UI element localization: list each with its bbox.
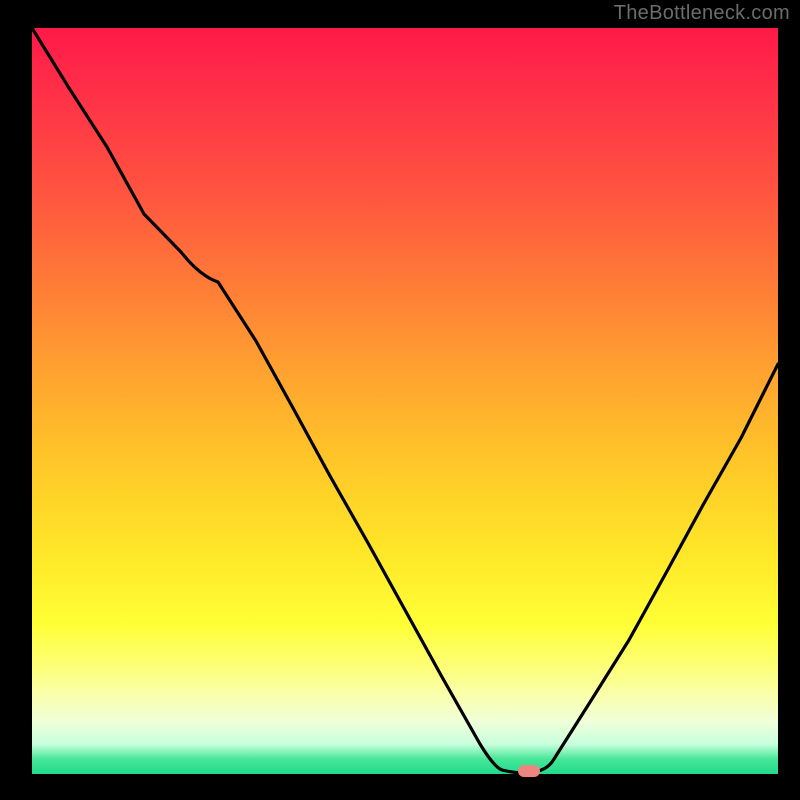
bottleneck-curve	[32, 28, 778, 773]
plot-area	[32, 28, 778, 774]
curve-svg	[32, 28, 778, 774]
chart-frame: TheBottleneck.com	[0, 0, 800, 800]
watermark-text: TheBottleneck.com	[614, 2, 790, 25]
optimal-point-marker	[518, 765, 540, 777]
